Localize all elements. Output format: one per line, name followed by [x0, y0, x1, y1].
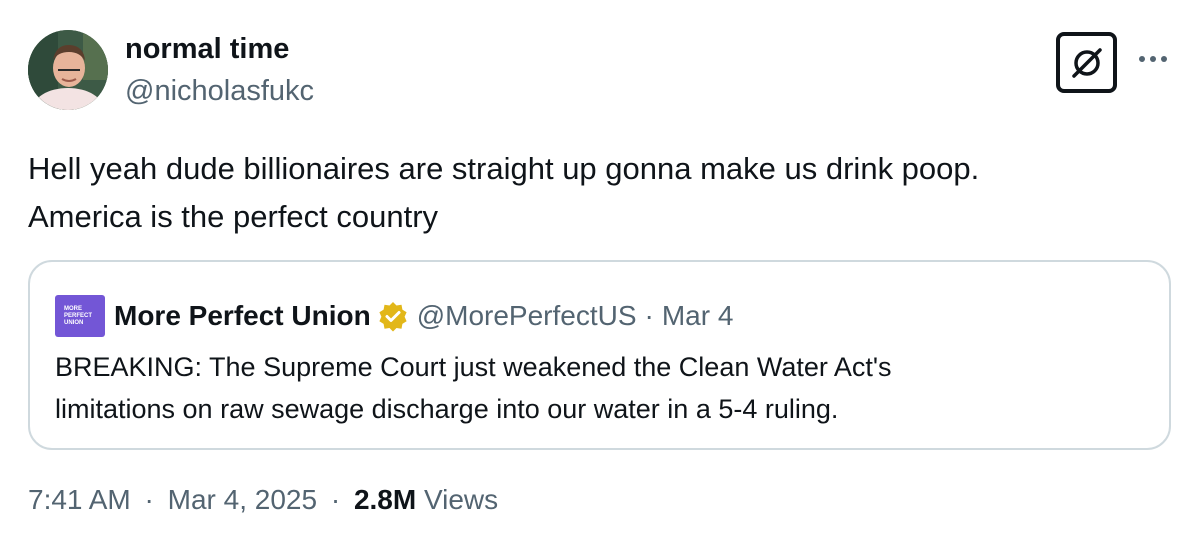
- tweet-metadata: 7:41 AM · Mar 4, 2025 · 2.8M Views: [28, 484, 498, 516]
- tweet-text-line: America is the perfect country: [28, 199, 439, 234]
- quoted-tweet-text-line: limitations on raw sewage discharge into…: [55, 394, 839, 424]
- author-name[interactable]: normal time: [125, 33, 289, 66]
- quoted-author-avatar[interactable]: MORE PERFECT UNION: [55, 295, 105, 337]
- verified-badge-icon: [377, 300, 409, 332]
- tweet-text-line: Hell yeah dude billionaires are straight…: [28, 151, 980, 186]
- separator-dot: ·: [144, 484, 154, 515]
- author-handle[interactable]: @nicholasfukc: [125, 75, 314, 108]
- views-label: Views: [423, 484, 499, 515]
- quoted-author-handle[interactable]: @MorePerfectUS: [417, 300, 637, 332]
- quoted-tweet-date[interactable]: Mar 4: [662, 300, 734, 332]
- quoted-tweet-header: MORE PERFECT UNION More Perfect Union @M…: [55, 295, 733, 337]
- avatar-logo-text: UNION: [64, 319, 84, 326]
- views-count[interactable]: 2.8M: [354, 484, 416, 515]
- quoted-author-name[interactable]: More Perfect Union: [114, 300, 371, 332]
- user-photo-avatar-icon: [28, 30, 108, 110]
- tweet-time[interactable]: 7:41 AM: [28, 484, 131, 515]
- avatar-logo-text: PERFECT: [64, 312, 93, 319]
- avatar-logo-text: MORE: [64, 305, 82, 312]
- separator-dot: ·: [644, 300, 654, 331]
- tweet-date[interactable]: Mar 4, 2025: [168, 484, 317, 515]
- author-avatar[interactable]: [28, 30, 108, 110]
- grok-slash-circle-icon: [1071, 47, 1102, 78]
- more-horizontal-icon: [1139, 56, 1167, 62]
- more-options-button[interactable]: [1135, 44, 1171, 74]
- tweet-text: Hell yeah dude billionaires are straight…: [28, 145, 1168, 241]
- quoted-tweet-text: BREAKING: The Supreme Court just weakene…: [55, 346, 1145, 430]
- quoted-tweet-card[interactable]: MORE PERFECT UNION More Perfect Union @M…: [28, 260, 1171, 450]
- separator-dot: ·: [330, 484, 341, 515]
- quoted-tweet-text-line: BREAKING: The Supreme Court just weakene…: [55, 352, 892, 382]
- grok-button[interactable]: [1056, 32, 1117, 93]
